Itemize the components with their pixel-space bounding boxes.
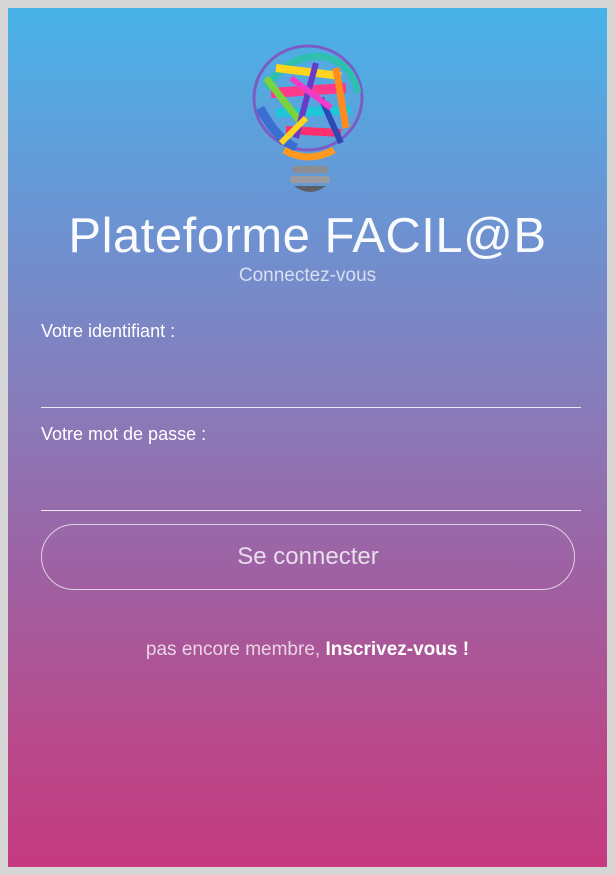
login-button[interactable]: Se connecter [41, 524, 575, 590]
password-input[interactable] [41, 470, 581, 511]
login-page: Plateforme FACIL@B Connectez-vous Votre … [8, 8, 607, 867]
page-subtitle: Connectez-vous [238, 265, 377, 286]
register-prefix-text: pas encore membre, [145, 639, 326, 660]
lightbulb-logo-icon [252, 44, 364, 192]
page-title: Plateforme FACIL@B [68, 209, 547, 263]
identifier-input[interactable] [41, 367, 581, 408]
password-label: Votre mot de passe : [41, 424, 207, 444]
register-prompt: pas encore membre, Inscrivez-vous ! [8, 638, 607, 662]
register-link[interactable]: Inscrivez-vous ! [325, 639, 469, 660]
identifier-label: Votre identifiant : [41, 321, 176, 341]
